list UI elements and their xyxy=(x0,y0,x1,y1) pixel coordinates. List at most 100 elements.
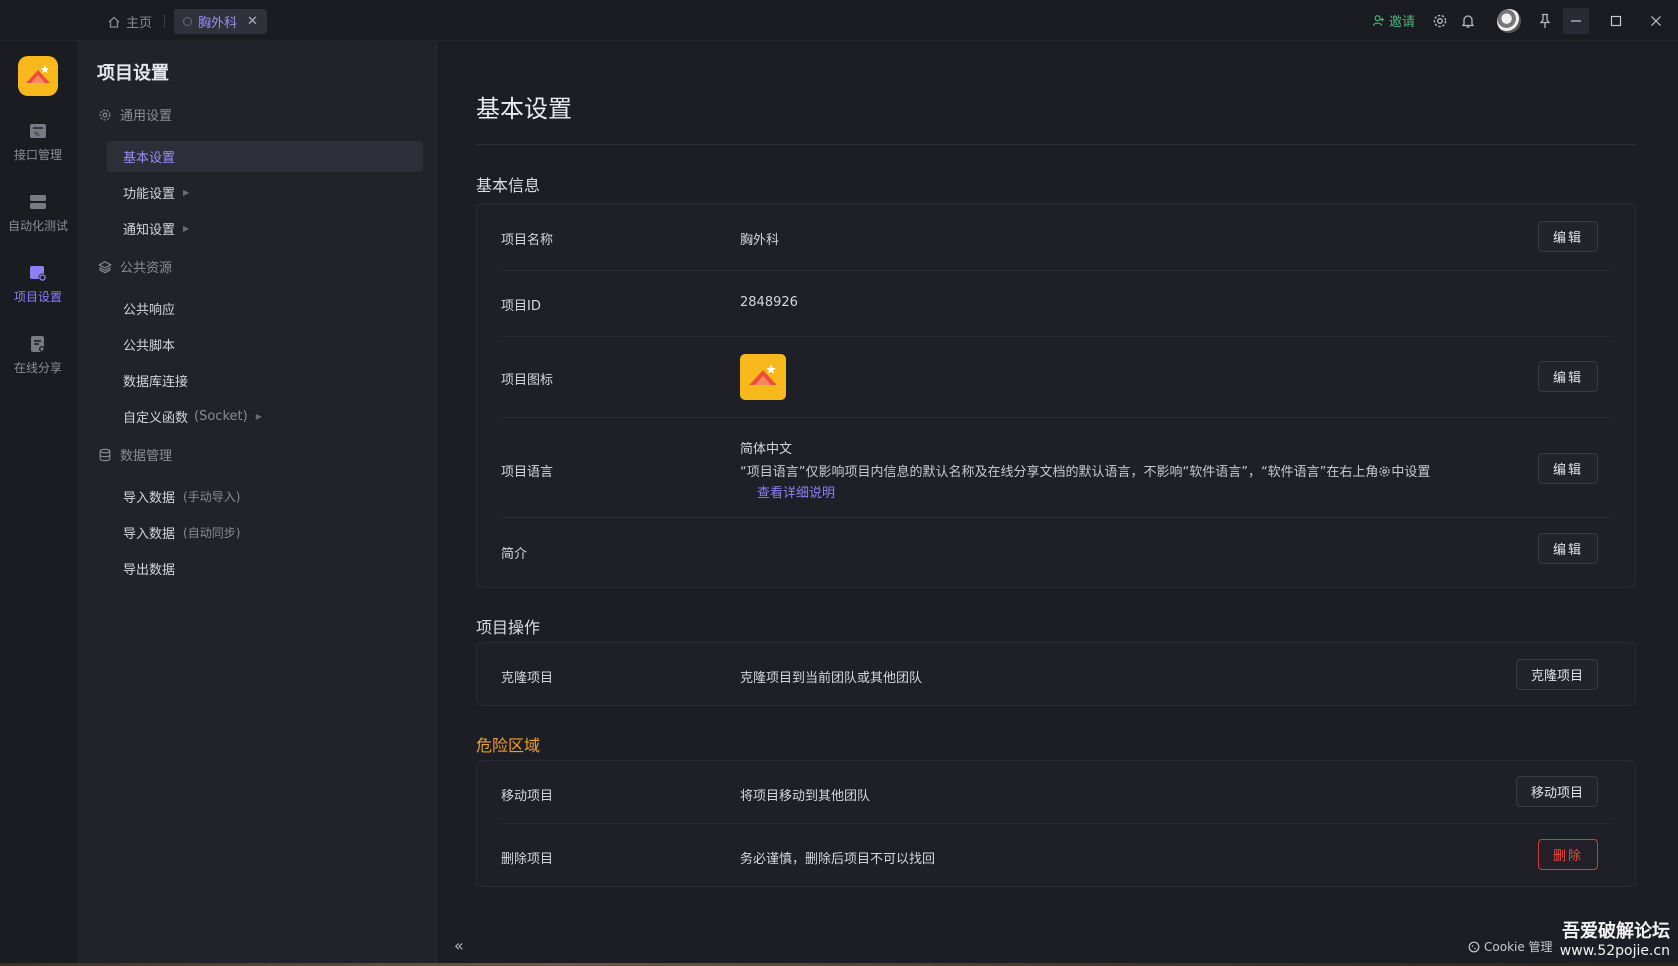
tab-home[interactable]: 主页 xyxy=(98,9,161,34)
cookie-management-link[interactable]: Cookie 管理 xyxy=(1468,938,1553,955)
project-name-value: 胸外科 xyxy=(740,233,780,248)
section-title-basic-info: 基本信息 xyxy=(476,176,541,195)
nav-item-hint: (Socket) xyxy=(194,409,248,424)
move-project-button[interactable]: 移动项目 xyxy=(1516,776,1598,807)
nav-item-label: 导入数据 xyxy=(123,527,176,542)
row-label: 项目名称 xyxy=(501,233,554,248)
app-logo[interactable] xyxy=(18,56,58,96)
divider xyxy=(476,144,1636,145)
row-clone: 克隆项目 克隆项目到当前团队或其他团队 克隆项目 xyxy=(477,643,1635,707)
tab-project-label: 胸外科 xyxy=(198,16,238,31)
nav-group-label: 数据管理 xyxy=(120,449,173,464)
close-window-button[interactable] xyxy=(1643,8,1669,34)
nav-item-label: 公共响应 xyxy=(123,303,176,318)
row-label: 克隆项目 xyxy=(501,671,554,686)
nav-item-label: 功能设置 xyxy=(123,187,176,202)
add-user-icon xyxy=(1372,15,1385,26)
row-label: 删除项目 xyxy=(501,852,554,867)
collapse-sidebar-icon[interactable]: « xyxy=(454,936,464,955)
nav-item-feature-settings[interactable]: 功能设置 ▶ xyxy=(107,177,423,208)
language-note-suffix: 中设置 xyxy=(1391,465,1431,480)
nav-item-import-manual[interactable]: 导入数据 (手动导入) xyxy=(107,481,423,512)
nav-item-label: 导入数据 xyxy=(123,491,176,506)
maximize-icon xyxy=(1610,15,1622,27)
row-label: 项目图标 xyxy=(501,373,554,388)
gear-icon xyxy=(1379,466,1391,477)
delete-project-button[interactable]: 删除 xyxy=(1538,839,1598,870)
watermark-url: www.52pojie.cn xyxy=(1559,943,1670,959)
nav-group-label: 通用设置 xyxy=(120,109,173,124)
app-rail: % 接口管理 自动化测试 项目设置 在线分享 xyxy=(0,41,78,966)
row-label: 简介 xyxy=(501,547,528,562)
clone-project-button[interactable]: 克隆项目 xyxy=(1516,659,1598,690)
nav-group-general: 通用设置 xyxy=(98,105,172,124)
nav-item-label: 导出数据 xyxy=(123,563,176,578)
edit-name-button[interactable]: 编辑 xyxy=(1538,221,1598,252)
tab-separator xyxy=(164,14,165,28)
rail-item-automation[interactable]: 自动化测试 xyxy=(0,192,76,234)
gear-icon xyxy=(99,108,111,121)
rail-label: 项目设置 xyxy=(13,290,62,304)
nav-item-label: 基本设置 xyxy=(123,151,176,166)
row-project-name: 项目名称 胸外科 编辑 xyxy=(477,204,1635,271)
invite-label: 邀请 xyxy=(1389,15,1416,30)
invite-button[interactable]: 邀请 xyxy=(1372,0,1415,41)
svg-text:%: % xyxy=(34,131,40,138)
edit-intro-button[interactable]: 编辑 xyxy=(1538,533,1598,564)
minimize-button[interactable] xyxy=(1563,8,1589,34)
nav-item-database-connection[interactable]: 数据库连接 xyxy=(107,365,423,396)
bell-icon[interactable] xyxy=(1458,11,1478,31)
close-icon[interactable]: ✕ xyxy=(247,14,258,29)
maximize-button[interactable] xyxy=(1603,8,1629,34)
nav-item-export[interactable]: 导出数据 xyxy=(107,553,423,584)
row-project-id: 项目ID 2848926 xyxy=(477,271,1635,337)
nav-item-public-response[interactable]: 公共响应 xyxy=(107,293,423,324)
language-details-link[interactable]: 查看详细说明 xyxy=(757,482,835,501)
automation-icon xyxy=(30,195,46,209)
rail-label: 接口管理 xyxy=(13,148,62,162)
project-settings-icon xyxy=(30,266,47,282)
row-intro: 简介 编辑 xyxy=(477,518,1635,588)
section-title-danger-zone: 危险区域 xyxy=(476,736,541,755)
nav-group-label: 公共资源 xyxy=(120,261,173,276)
pin-icon[interactable] xyxy=(1535,11,1555,31)
close-icon xyxy=(1651,16,1661,26)
row-delete: 删除项目 务必谨慎，删除后项目不可以找回 删除 xyxy=(477,824,1635,888)
nav-item-basic-settings[interactable]: 基本设置 xyxy=(107,141,423,172)
nav-item-hint: (手动导入) xyxy=(183,490,241,504)
nav-item-label: 数据库连接 xyxy=(123,375,189,390)
home-icon xyxy=(108,16,120,28)
rail-item-api[interactable]: % 接口管理 xyxy=(0,121,76,163)
nav-item-public-script[interactable]: 公共脚本 xyxy=(107,329,423,360)
main-content: 基本设置 基本信息 项目名称 胸外科 编辑 项目ID 2848926 项目图标 … xyxy=(437,41,1678,966)
language-note-text: “项目语言”仅影响项目内信息的默认名称及在线分享文档的默认语言，不影响“软件语言… xyxy=(740,465,1379,480)
row-project-language: 项目语言 简体中文 “项目语言”仅影响项目内信息的默认名称及在线分享文档的默认语… xyxy=(477,418,1635,518)
tab-project[interactable]: 胸外科 ✕ xyxy=(174,9,267,34)
nav-item-custom-functions[interactable]: 自定义函数 (Socket) ▶ xyxy=(107,401,423,432)
nav-item-notification-settings[interactable]: 通知设置 ▶ xyxy=(107,213,423,244)
edit-icon-button[interactable]: 编辑 xyxy=(1538,361,1598,392)
rail-item-project-settings[interactable]: 项目设置 xyxy=(0,263,76,305)
clone-description: 克隆项目到当前团队或其他团队 xyxy=(740,671,923,686)
row-move: 移动项目 将项目移动到其他团队 移动项目 xyxy=(477,761,1635,824)
nav-item-label: 通知设置 xyxy=(123,223,176,238)
minimize-icon xyxy=(1571,20,1581,22)
caret-right-icon: ▶ xyxy=(183,188,190,197)
title-bar: 主页 胸外科 ✕ 邀请 xyxy=(0,0,1678,41)
project-id-value: 2848926 xyxy=(740,295,798,310)
watermark: 吾爱破解论坛 www.52pojie.cn xyxy=(1558,917,1670,959)
nav-item-import-auto[interactable]: 导入数据 (自动同步) xyxy=(107,517,423,548)
project-language-value: 简体中文 xyxy=(740,442,793,457)
settings-nav: 项目设置 通用设置 基本设置 功能设置 ▶ 通知设置 ▶ 公共资源 公共响应 公… xyxy=(78,41,437,966)
nav-title: 项目设置 xyxy=(97,63,169,84)
api-icon: % xyxy=(30,124,46,138)
row-label: 项目语言 xyxy=(501,465,554,480)
delete-description: 务必谨慎，删除后项目不可以找回 xyxy=(740,852,936,867)
layers-icon xyxy=(98,260,112,273)
gear-icon[interactable] xyxy=(1430,11,1450,31)
danger-zone-card: 移动项目 将项目移动到其他团队 移动项目 删除项目 务必谨慎，删除后项目不可以找… xyxy=(476,760,1636,887)
avatar[interactable] xyxy=(1497,9,1521,33)
edit-language-button[interactable]: 编辑 xyxy=(1538,453,1598,484)
move-description: 将项目移动到其他团队 xyxy=(740,789,871,804)
rail-item-share[interactable]: 在线分享 xyxy=(0,334,76,376)
